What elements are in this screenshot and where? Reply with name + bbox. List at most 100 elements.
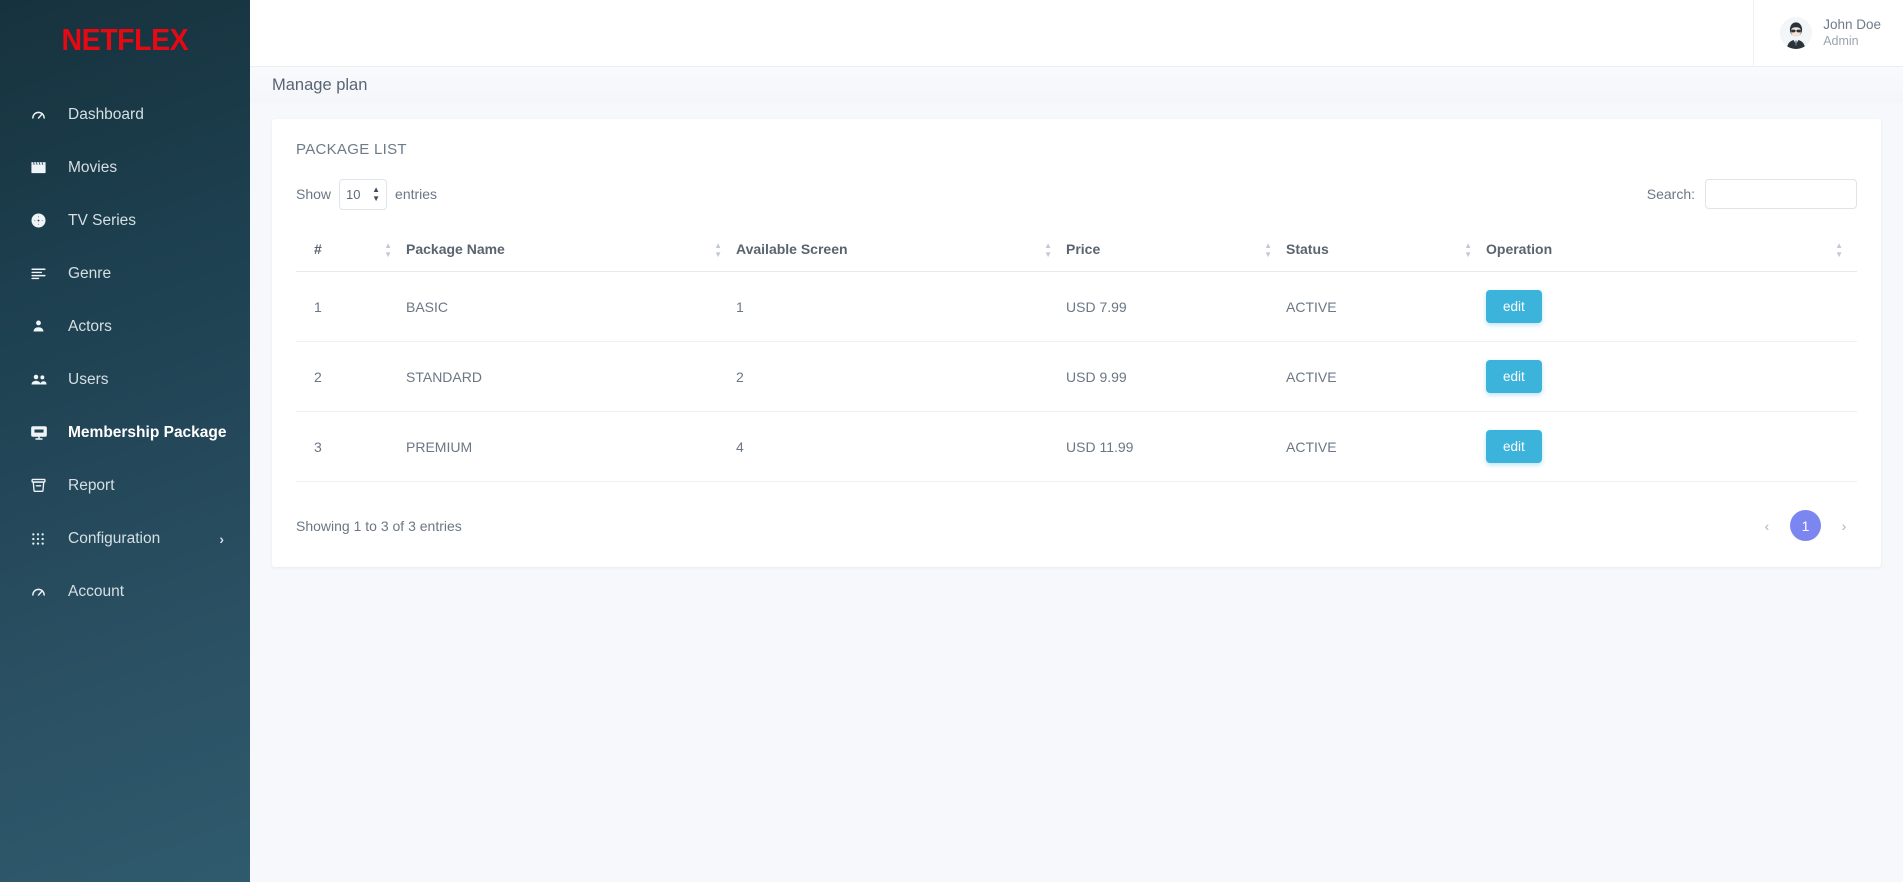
column-label: Package Name [406, 241, 505, 257]
sidebar-item-movies[interactable]: Movies [0, 141, 250, 194]
column-label: # [314, 241, 322, 257]
stepper-icon: ▲ ▼ [372, 185, 381, 203]
table-controls: Show 10 ▲ ▼ entries Search: [296, 174, 1857, 214]
cell-operation: edit [1486, 271, 1857, 342]
cell-available-screen: 4 [736, 411, 1066, 482]
sort-icon: ▲ ▼ [1464, 240, 1472, 259]
column-header-available-screen[interactable]: Available Screen ▲ ▼ [736, 228, 1066, 272]
cell-price: USD 9.99 [1066, 341, 1286, 412]
column-label: Status [1286, 241, 1329, 257]
logo-container[interactable]: NETFLEX [0, 0, 250, 80]
cell-price: USD 11.99 [1066, 411, 1286, 482]
page-title-bar: Manage plan [250, 67, 1903, 103]
cell-package-name: BASIC [406, 271, 736, 342]
sidebar-item-label: Report [68, 476, 115, 494]
column-label: Price [1066, 241, 1101, 257]
sidebar-item-dashboard[interactable]: Dashboard [0, 88, 250, 141]
cell-status: ACTIVE [1286, 411, 1486, 482]
avatar [1780, 17, 1813, 49]
speedometer-icon [30, 106, 56, 123]
page-length-value: 10 [346, 186, 361, 202]
sidebar-item-label: Dashboard [68, 105, 144, 123]
edit-button[interactable]: edit [1486, 290, 1542, 323]
column-header-operation[interactable]: Operation ▲ ▼ [1486, 228, 1857, 272]
sidebar-item-label: Movies [68, 158, 118, 176]
table-footer: Showing 1 to 3 of 3 entries ‹ 1 › [296, 510, 1857, 545]
cell-operation: edit [1486, 411, 1857, 482]
sidebar-item-tv-series[interactable]: TV Series [0, 194, 250, 247]
sidebar-item-genre[interactable]: Genre [0, 247, 250, 300]
pagination-next-button[interactable]: › [1831, 513, 1857, 539]
sort-icon: ▲ ▼ [1264, 240, 1272, 259]
edit-button[interactable]: edit [1486, 430, 1542, 463]
sidebar-item-configuration[interactable]: Configuration › [0, 512, 250, 565]
topbar: John Doe Admin [250, 0, 1903, 67]
pagination: ‹ 1 › [1754, 510, 1857, 541]
profile-name: John Doe [1823, 16, 1881, 32]
sidebar: NETFLEX Dashboard Movies TV Series Genre… [0, 0, 250, 882]
monitor-icon [30, 424, 56, 442]
clapperboard-icon [30, 159, 56, 176]
archive-box-icon [30, 477, 56, 494]
package-list-card: PACKAGE LIST Show 10 ▲ ▼ entries Search:… [272, 119, 1881, 567]
cell-num: 3 [296, 411, 406, 482]
app-root: NETFLEX Dashboard Movies TV Series Genre… [0, 0, 1903, 882]
table-row: 2 STANDARD 2 USD 9.99 ACTIVE edit [296, 341, 1857, 412]
cell-price: USD 7.99 [1066, 271, 1286, 342]
chevron-right-icon: › [219, 530, 224, 547]
sidebar-item-users[interactable]: Users [0, 353, 250, 406]
grid-dots-icon [30, 531, 56, 547]
search-label: Search: [1646, 186, 1695, 202]
speedometer-icon [30, 583, 56, 600]
edit-button[interactable]: edit [1486, 360, 1542, 393]
table-header-row: # ▲ ▼ Package Name ▲ ▼ Available Screen ▲ ▼ [296, 228, 1857, 272]
cell-status: ACTIVE [1286, 271, 1486, 342]
people-icon [30, 371, 56, 389]
page-title: Manage plan [272, 75, 368, 94]
cell-available-screen: 1 [736, 271, 1066, 342]
table-head: # ▲ ▼ Package Name ▲ ▼ Available Screen ▲ ▼ [296, 228, 1857, 272]
sidebar-item-membership-package[interactable]: Membership Package [0, 406, 250, 459]
table-body: 1 BASIC 1 USD 7.99 ACTIVE edit 2 STANDAR… [296, 271, 1857, 482]
search-input[interactable] [1705, 179, 1857, 209]
card-title: PACKAGE LIST [296, 141, 407, 158]
column-label: Available Screen [736, 241, 848, 257]
cell-num: 1 [296, 271, 406, 342]
table-row: 3 PREMIUM 4 USD 11.99 ACTIVE edit [296, 411, 1857, 482]
pagination-prev-button[interactable]: ‹ [1754, 513, 1780, 539]
sort-icon: ▲ ▼ [1044, 240, 1052, 259]
cell-num: 2 [296, 341, 406, 412]
cell-available-screen: 2 [736, 341, 1066, 412]
search-control: Search: [1647, 179, 1857, 209]
sidebar-item-label: TV Series [68, 211, 137, 229]
cell-operation: edit [1486, 341, 1857, 412]
list-lines-icon [30, 265, 56, 282]
sidebar-nav: Dashboard Movies TV Series Genre Actors … [0, 88, 250, 618]
sidebar-item-label: Genre [68, 264, 112, 282]
cell-package-name: STANDARD [406, 341, 736, 412]
column-header-status[interactable]: Status ▲ ▼ [1286, 228, 1486, 272]
page-length-select[interactable]: 10 ▲ ▼ [339, 178, 388, 210]
pagination-page-1[interactable]: 1 [1790, 510, 1821, 541]
sidebar-item-account[interactable]: Account [0, 565, 250, 618]
person-icon [30, 318, 56, 335]
cell-status: ACTIVE [1286, 341, 1486, 412]
sidebar-item-report[interactable]: Report [0, 459, 250, 512]
main-area: John Doe Admin Manage plan PACKAGE LIST … [250, 0, 1903, 882]
column-header-price[interactable]: Price ▲ ▼ [1066, 228, 1286, 272]
column-header-package-name[interactable]: Package Name ▲ ▼ [406, 228, 736, 272]
film-reel-icon [30, 212, 56, 229]
show-label: Show [296, 186, 332, 202]
table-row: 1 BASIC 1 USD 7.99 ACTIVE edit [296, 271, 1857, 342]
sidebar-item-label: Configuration [68, 529, 161, 547]
sidebar-item-label: Actors [68, 317, 112, 335]
page-length-control: Show 10 ▲ ▼ entries [296, 178, 437, 210]
sidebar-item-label: Account [68, 582, 125, 600]
package-table: # ▲ ▼ Package Name ▲ ▼ Available Screen ▲ ▼ [296, 228, 1857, 482]
profile-menu[interactable]: John Doe Admin [1753, 0, 1903, 67]
sidebar-item-actors[interactable]: Actors [0, 300, 250, 353]
sort-icon: ▲ ▼ [384, 240, 392, 259]
column-header-num[interactable]: # ▲ ▼ [296, 228, 406, 272]
content-area: PACKAGE LIST Show 10 ▲ ▼ entries Search:… [250, 103, 1903, 567]
column-label: Operation [1486, 241, 1553, 257]
